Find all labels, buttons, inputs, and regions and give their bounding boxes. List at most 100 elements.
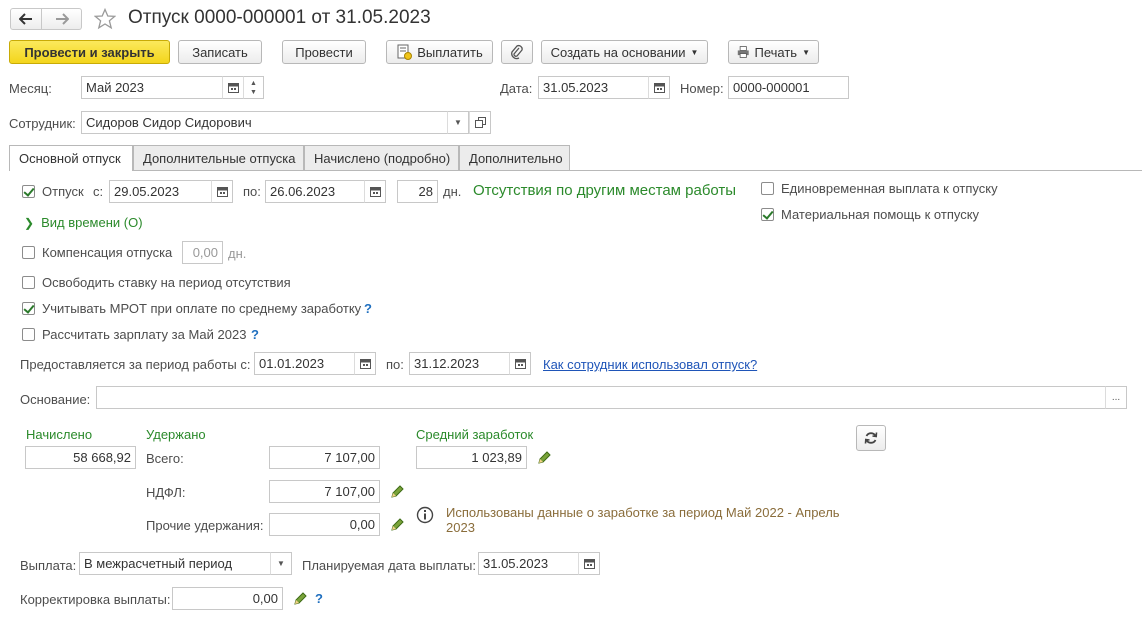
forward-button[interactable] (42, 8, 82, 30)
other-withholdings-label: Прочие удержания: (146, 518, 264, 533)
more-dots-icon: ... (1111, 392, 1121, 403)
payment-dropdown-button[interactable]: ▼ (270, 552, 292, 575)
mrot-help-icon[interactable]: ? (364, 301, 372, 316)
employee-input[interactable]: Сидоров Сидор Сидорович (81, 111, 448, 134)
attach-button[interactable] (501, 40, 533, 64)
create-based-on-button[interactable]: Создать на основании ▼ (541, 40, 708, 64)
time-kind-expander[interactable]: ❯ Вид времени (О) (24, 215, 143, 230)
accrued-value: 58 668,92 (25, 446, 136, 469)
tab-additional[interactable]: Дополнительно (459, 145, 570, 170)
date-label: Дата: (500, 81, 533, 96)
basis-label: Основание: (20, 392, 91, 407)
earnings-period-info-line1: Использованы данные о заработке за перио… (446, 505, 840, 520)
date-calendar-button[interactable] (648, 76, 670, 99)
compensation-days-input[interactable]: 0,00 (182, 241, 223, 264)
calendar-icon (227, 83, 239, 93)
star-icon[interactable] (94, 8, 116, 30)
calc-salary-label: Рассчитать зарплату за Май 2023 (42, 327, 247, 342)
mrot-checkbox[interactable] (22, 302, 35, 315)
vacation-from-calendar-button[interactable] (211, 180, 233, 203)
month-calendar-button[interactable] (222, 76, 244, 99)
vacation-from-input[interactable]: 29.05.2023 (109, 180, 212, 203)
number-label: Номер: (680, 81, 724, 96)
post-label: Провести (295, 44, 353, 60)
earnings-period-info-line2: 2023 (446, 520, 475, 535)
work-period-from-input[interactable]: 01.01.2023 (254, 352, 355, 375)
number-input[interactable]: 0000-000001 (728, 76, 849, 99)
tab-accrued-detailed[interactable]: Начислено (подробно) (304, 145, 459, 170)
stepper-up-icon[interactable]: ▲ (250, 79, 257, 88)
employee-open-button[interactable] (469, 111, 491, 134)
average-earnings-edit-pencil-icon[interactable] (536, 450, 552, 466)
tab-panel-border (9, 170, 1142, 171)
work-period-to-label: по: (386, 357, 404, 372)
planned-date-calendar-button[interactable] (578, 552, 600, 575)
post-and-close-button[interactable]: Провести и закрыть (9, 40, 170, 64)
release-rate-checkbox[interactable] (22, 276, 35, 289)
ndfl-edit-pencil-icon[interactable] (389, 484, 405, 500)
arrow-right-icon (55, 13, 69, 25)
payment-correction-input[interactable]: 0,00 (172, 587, 283, 610)
other-withholdings-edit-pencil-icon[interactable] (389, 517, 405, 533)
month-label: Месяц: (9, 81, 52, 96)
vacation-to-input[interactable]: 26.06.2023 (265, 180, 365, 203)
paperclip-icon (511, 44, 523, 60)
planned-date-input[interactable]: 31.05.2023 (478, 552, 579, 575)
refresh-icon (864, 432, 878, 444)
work-period-to-calendar-button[interactable] (509, 352, 531, 375)
accrued-label: Начислено (26, 427, 93, 442)
chevron-down-icon: ▼ (277, 559, 285, 568)
post-and-close-label: Провести и закрыть (24, 44, 155, 60)
payment-correction-label: Корректировка выплаты: (20, 592, 171, 607)
work-period-to-input[interactable]: 31.12.2023 (409, 352, 510, 375)
time-kind-label: Вид времени (О) (41, 215, 143, 230)
calendar-icon (653, 83, 665, 93)
month-input[interactable]: Май 2023 (81, 76, 223, 99)
vacation-checkbox[interactable] (22, 185, 35, 198)
compensation-unit: дн. (228, 246, 247, 261)
employee-dropdown-button[interactable]: ▼ (447, 111, 469, 134)
back-button[interactable] (10, 8, 42, 30)
stepper-down-icon[interactable]: ▼ (250, 88, 257, 97)
post-button[interactable]: Провести (282, 40, 366, 64)
payment-correction-edit-pencil-icon[interactable] (292, 591, 308, 607)
material-aid-checkbox[interactable] (761, 208, 774, 221)
tab-additional-vacations[interactable]: Дополнительные отпуска (133, 145, 304, 170)
calc-salary-checkbox[interactable] (22, 328, 35, 341)
vacation-to-calendar-button[interactable] (364, 180, 386, 203)
payment-correction-help-icon[interactable]: ? (315, 591, 323, 606)
refresh-button[interactable] (856, 425, 886, 451)
payment-select[interactable]: В межрасчетный период (79, 552, 271, 575)
dropdown-arrow-icon: ▼ (802, 47, 810, 57)
save-label: Записать (192, 44, 248, 60)
work-period-label: Предоставляется за период работы с: (20, 357, 251, 372)
material-aid-label: Материальная помощь к отпуску (781, 207, 980, 222)
one-time-payment-checkbox[interactable] (761, 182, 774, 195)
basis-more-button[interactable]: ... (1105, 386, 1127, 409)
planned-date-label: Планируемая дата выплаты: (302, 558, 476, 573)
vacation-days-input[interactable]: 28 (397, 180, 438, 203)
tab-main-vacation[interactable]: Основной отпуск (9, 145, 133, 171)
date-input[interactable]: 31.05.2023 (538, 76, 649, 99)
basis-input[interactable] (96, 386, 1106, 409)
other-withholdings-value: 0,00 (269, 513, 380, 536)
month-stepper[interactable]: ▲ ▼ (243, 76, 264, 99)
print-button[interactable]: Печать ▼ (728, 40, 819, 64)
calc-salary-help-icon[interactable]: ? (251, 327, 259, 342)
absence-other-jobs-link[interactable]: Отсутствия по другим местам работы (473, 182, 736, 199)
vacation-from-label: с: (93, 184, 104, 199)
create-based-on-label: Создать на основании (550, 44, 686, 60)
work-period-from-calendar-button[interactable] (354, 352, 376, 375)
compensation-checkbox[interactable] (22, 246, 35, 259)
vacation-usage-link[interactable]: Как сотрудник использовал отпуск? (543, 357, 757, 372)
pay-button[interactable]: Выплатить (386, 40, 493, 64)
vacation-label: Отпуск (42, 184, 84, 199)
dropdown-arrow-icon: ▼ (690, 47, 699, 57)
save-button[interactable]: Записать (178, 40, 262, 64)
arrow-left-icon (19, 13, 32, 25)
calendar-icon (583, 559, 595, 569)
withheld-label: Удержано (146, 427, 206, 442)
vacation-to-label: по: (243, 184, 261, 199)
mrot-label: Учитывать МРОТ при оплате по среднему за… (42, 301, 362, 316)
ndfl-value: 7 107,00 (269, 480, 380, 503)
